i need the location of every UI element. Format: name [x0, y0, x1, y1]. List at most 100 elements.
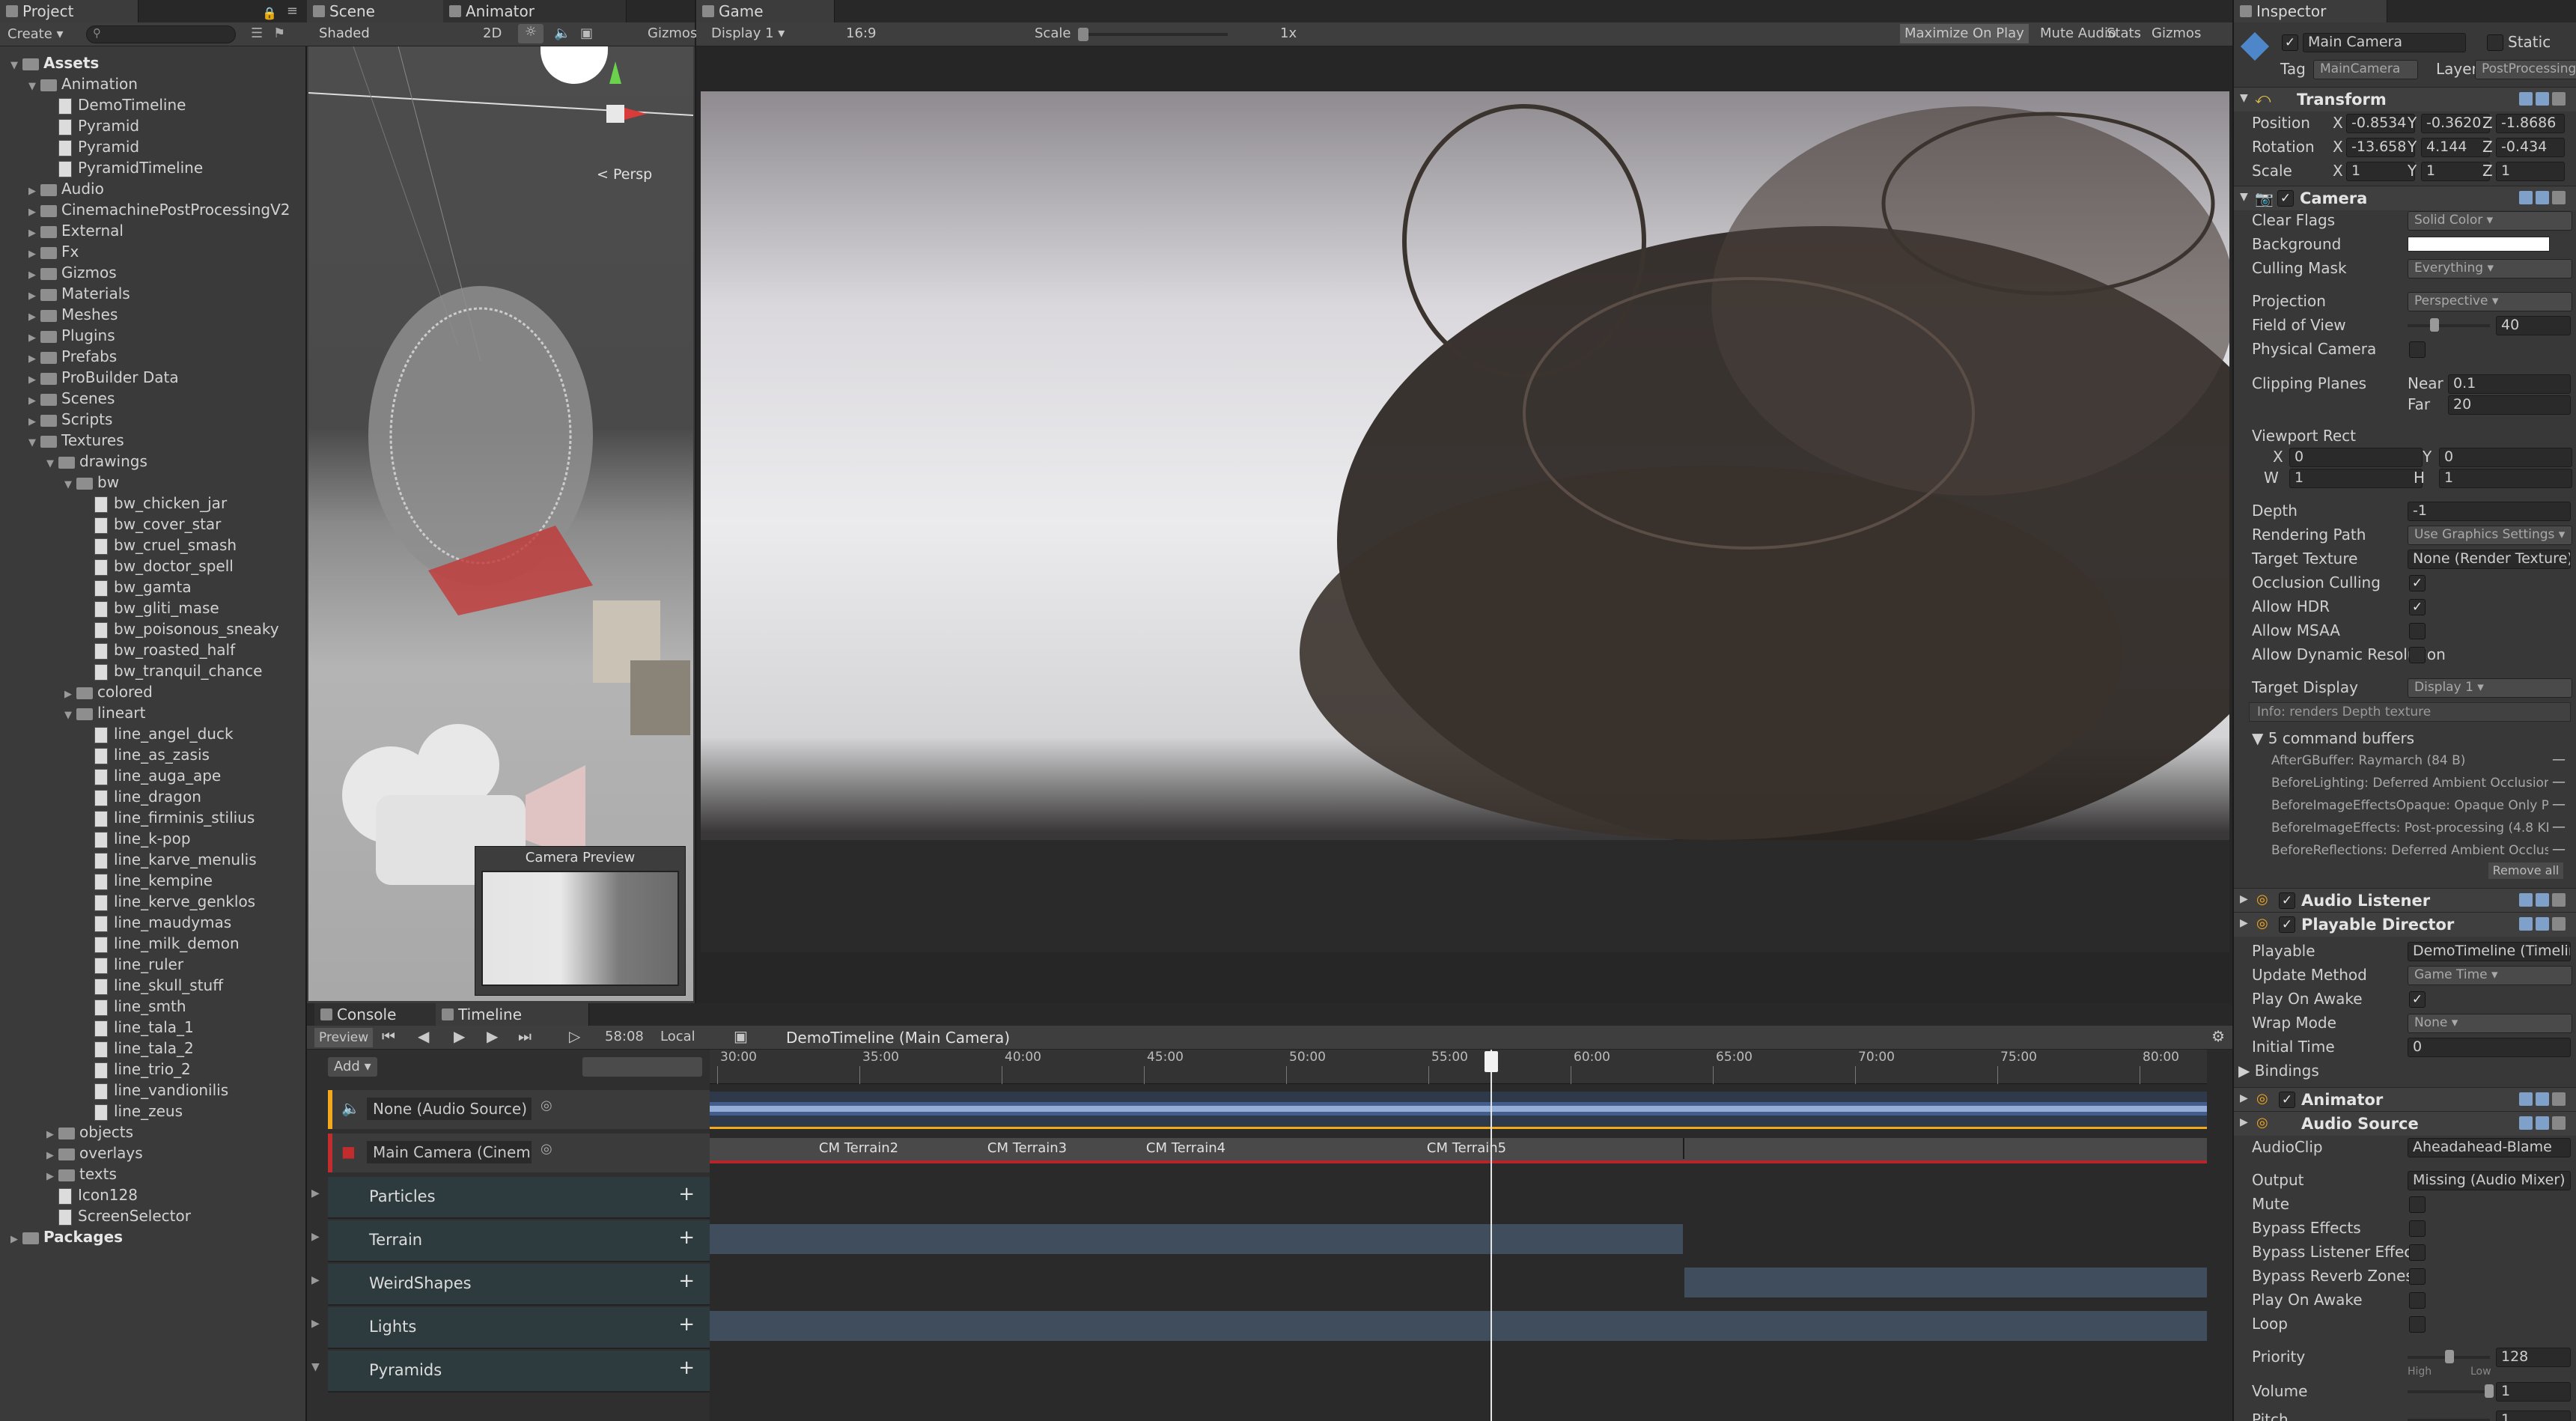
remove-icon[interactable]: —	[2552, 774, 2566, 790]
component-menu-icons[interactable]	[2516, 1092, 2569, 1107]
local-button[interactable]: Local	[660, 1029, 695, 1044]
goto-start-icon[interactable]: ⏮	[382, 1027, 395, 1045]
tree-item[interactable]: ▶ Plugins	[28, 325, 115, 346]
field-value[interactable]: 1	[2421, 162, 2490, 181]
play-icon[interactable]: ▶	[454, 1027, 465, 1045]
cinemachine-shot-clip[interactable]: CM Terrain3	[933, 1138, 1123, 1159]
field-value[interactable]: 1	[2496, 1382, 2571, 1402]
foldout-arrow-icon[interactable]: ▼	[28, 76, 40, 97]
color-swatch[interactable]	[2408, 237, 2550, 252]
field-value[interactable]: Aheadahead-Blame	[2408, 1138, 2571, 1157]
tree-item[interactable]: ▶ Materials	[28, 283, 130, 304]
add-icon[interactable]: +	[678, 1313, 695, 1336]
cinemachine-shot-clip[interactable]: CM Terrain2	[785, 1138, 934, 1159]
tree-item[interactable]: line_tala_2	[82, 1038, 194, 1059]
track-group-lights[interactable]: ▶ Lights +	[311, 1307, 710, 1349]
gizmo-x-axis[interactable]	[624, 108, 647, 120]
foldout-arrow-icon[interactable]: ▼	[10, 55, 22, 76]
tree-item[interactable]: line_angel_duck	[82, 723, 234, 744]
tree-item[interactable]: Pyramid	[46, 136, 139, 157]
tree-item[interactable]: line_maudymas	[82, 912, 231, 933]
tree-item[interactable]: bw_doctor_spell	[82, 556, 234, 576]
tree-item[interactable]: ▼ drawings	[46, 451, 147, 472]
orientation-gizmo[interactable]	[541, 46, 647, 136]
tree-item[interactable]: ▶ External	[28, 220, 124, 241]
dropdown-field[interactable]: Perspective ▾	[2408, 292, 2572, 311]
tree-item[interactable]: ▶ ProBuilder Data	[28, 367, 179, 388]
add-track-button[interactable]: Add ▾	[328, 1057, 377, 1077]
effects-toggle-icon[interactable]: ▣	[580, 25, 593, 41]
track-group-terrain[interactable]: ▶ Terrain +	[311, 1220, 710, 1262]
tree-item[interactable]: ▶ Meshes	[28, 304, 118, 325]
scene-viewport[interactable]: < Persp Camera Preview	[308, 46, 693, 1001]
tree-item[interactable]: ▼ Assets	[10, 52, 99, 73]
prev-frame-icon[interactable]: ◀	[418, 1027, 429, 1045]
add-icon[interactable]: +	[678, 1226, 695, 1249]
field-value[interactable]: DemoTimeline (TimelineAsset)	[2408, 942, 2571, 961]
dropdown-field[interactable]: Solid Color ▾	[2408, 211, 2572, 231]
next-frame-icon[interactable]: ▶	[487, 1027, 498, 1045]
field-value[interactable]: Missing (Audio Mixer)	[2408, 1171, 2571, 1190]
field-value[interactable]: 1	[2289, 469, 2423, 488]
foldout-arrow-icon[interactable]: ▶	[311, 1231, 320, 1243]
foldout-arrow-icon[interactable]: ▶	[311, 1318, 320, 1330]
field-value[interactable]: 0	[2439, 448, 2572, 467]
foldout-arrow-icon[interactable]: ▼	[64, 475, 76, 496]
layer-dropdown[interactable]: PostProcessing	[2475, 60, 2576, 79]
tag-dropdown[interactable]: MainCamera	[2313, 60, 2418, 79]
cinemachine-shot-clip[interactable]: CM Terrain5	[1250, 1138, 1684, 1159]
tree-item[interactable]: line_smth	[82, 996, 186, 1017]
game-view[interactable]	[701, 91, 2229, 952]
audio-toggle-icon[interactable]: 🔈	[554, 25, 570, 41]
field-value[interactable]: None (Render Texture)	[2408, 550, 2571, 569]
tree-item[interactable]: line_kerve_genklos	[82, 891, 255, 912]
foldout-arrow-icon[interactable]: ▼	[46, 454, 58, 475]
scene-gizmos-button[interactable]: Gizmos	[648, 25, 697, 41]
checkbox[interactable]	[2409, 647, 2426, 663]
game-gizmos-button[interactable]: Gizmos	[2152, 25, 2201, 41]
mute-audio-button[interactable]: Mute Audio	[2040, 25, 2116, 41]
audio-waveform-clip[interactable]	[710, 1092, 2207, 1129]
tab-animator[interactable]: Animator	[443, 0, 627, 22]
tree-item[interactable]: ▶ Scenes	[28, 388, 115, 409]
asset-select-icon[interactable]: ▣	[734, 1027, 748, 1045]
tab-project[interactable]: Project	[0, 0, 138, 22]
camera-track-target-icon[interactable]: ◎	[541, 1141, 552, 1157]
add-icon[interactable]: +	[678, 1270, 695, 1292]
checkbox[interactable]	[2409, 1292, 2426, 1309]
camera-track-header[interactable]: ■ Main Camera (Cinemachine Brain) ◎	[328, 1134, 710, 1172]
field-value[interactable]: -0.3620	[2421, 114, 2490, 133]
playhead[interactable]	[1491, 1050, 1492, 1421]
checkbox[interactable]	[2409, 623, 2426, 639]
tree-item[interactable]: ▼ lineart	[64, 702, 145, 723]
tree-item[interactable]: ▶ Prefabs	[28, 346, 117, 367]
tree-item[interactable]: Icon128	[46, 1184, 138, 1205]
field-value[interactable]: 4.144	[2421, 138, 2490, 157]
dropdown-field[interactable]: None ▾	[2408, 1014, 2572, 1033]
camera-header[interactable]: ▼ 📷 ✓ Camera	[2234, 186, 2576, 210]
tree-item[interactable]: ▶ Audio	[28, 178, 104, 199]
tree-item[interactable]: line_tala_1	[82, 1017, 194, 1038]
playable-director-header[interactable]: ▶ ◎ ✓ Playable Director	[2234, 912, 2576, 937]
camera-enabled-checkbox[interactable]: ✓	[2277, 190, 2294, 207]
checkbox[interactable]	[2409, 1196, 2426, 1213]
animator-header[interactable]: ▶ ◎ ✓ Animator	[2234, 1087, 2576, 1112]
cinemachine-shot-clip[interactable]: CM Terrain4	[1121, 1138, 1252, 1159]
camera-track-binding[interactable]: Main Camera (Cinemachine Brain)	[367, 1141, 532, 1163]
tree-item[interactable]: line_dragon	[82, 786, 201, 807]
checkbox[interactable]	[2409, 1316, 2426, 1333]
search-input[interactable]: ⚲	[86, 25, 236, 43]
tree-item[interactable]: ▶ Fx	[28, 241, 79, 262]
field-value[interactable]: 1	[2346, 162, 2415, 181]
shaded-dropdown[interactable]: Shaded	[319, 25, 370, 41]
field-value[interactable]: -0.434	[2496, 138, 2565, 157]
label-icon[interactable]: ⚑	[273, 25, 285, 41]
track-group-particles[interactable]: ▶ Particles +	[311, 1177, 710, 1219]
tab-game[interactable]: Game	[696, 0, 835, 22]
foldout-arrow-icon[interactable]: ▶	[10, 1229, 22, 1250]
tree-item[interactable]: PyramidTimeline	[46, 157, 203, 178]
tab-timeline[interactable]: Timeline	[436, 1003, 589, 1026]
object-name-field[interactable]: Main Camera	[2303, 33, 2466, 52]
weirdshapes-activation-clip[interactable]	[1684, 1268, 2207, 1297]
remove-icon[interactable]: —	[2552, 752, 2566, 767]
